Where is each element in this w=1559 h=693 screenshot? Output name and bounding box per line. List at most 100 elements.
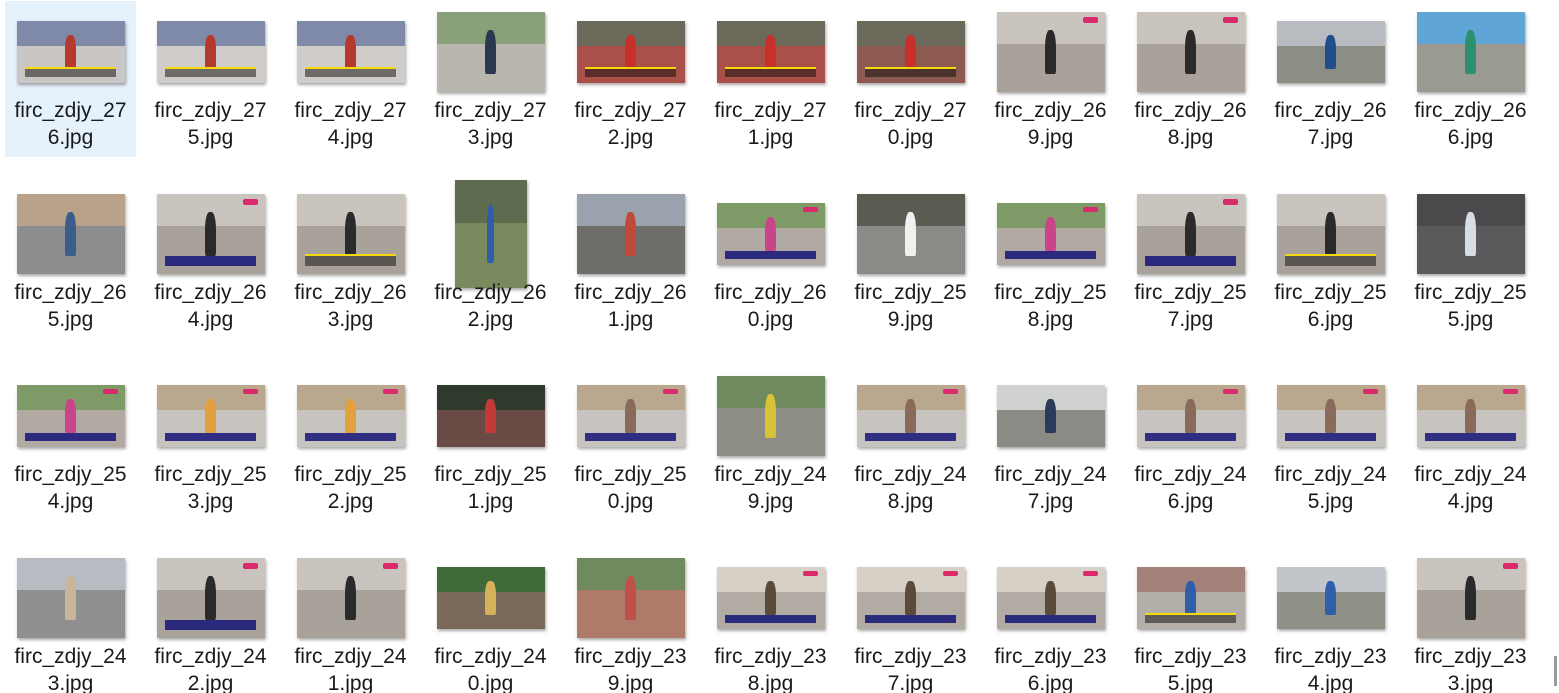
file-name-label: firc_zdjy_25 2.jpg <box>285 461 416 515</box>
file-name-line: 6.jpg <box>1167 490 1214 513</box>
file-name-line: firc_zdjy_24 <box>154 645 267 668</box>
file-item[interactable]: firc_zdjy_24 1.jpg <box>285 547 416 693</box>
file-name-line: firc_zdjy_23 <box>994 645 1107 668</box>
file-name-line: 9.jpg <box>887 308 934 331</box>
file-item[interactable]: firc_zdjy_24 2.jpg <box>145 547 276 693</box>
image-thumbnail <box>576 21 685 83</box>
file-item[interactable]: firc_zdjy_23 7.jpg <box>845 547 976 693</box>
thumbnail-frame <box>1125 191 1256 277</box>
file-name-label: firc_zdjy_27 0.jpg <box>845 97 976 151</box>
file-name-label: firc_zdjy_27 1.jpg <box>705 97 836 151</box>
file-item[interactable]: firc_zdjy_26 6.jpg <box>1405 1 1536 157</box>
file-item[interactable]: firc_zdjy_26 0.jpg <box>705 183 836 339</box>
file-item[interactable]: firc_zdjy_25 9.jpg <box>845 183 976 339</box>
file-item[interactable]: firc_zdjy_25 7.jpg <box>1125 183 1256 339</box>
file-item[interactable]: firc_zdjy_23 4.jpg <box>1265 547 1396 693</box>
file-name-line: firc_zdjy_23 <box>854 645 967 668</box>
file-name-line: firc_zdjy_23 <box>1134 645 1247 668</box>
image-thumbnail <box>996 385 1105 447</box>
scrollbar-thumb[interactable] <box>1554 656 1557 686</box>
file-item[interactable]: firc_zdjy_25 8.jpg <box>985 183 1116 339</box>
file-name-label: firc_zdjy_25 3.jpg <box>145 461 276 515</box>
file-name-line: 2.jpg <box>187 672 234 693</box>
image-thumbnail <box>1136 567 1245 629</box>
file-name-line: firc_zdjy_25 <box>574 463 687 486</box>
file-name-label: firc_zdjy_25 5.jpg <box>1405 279 1536 333</box>
file-name-label: firc_zdjy_27 5.jpg <box>145 97 276 151</box>
file-item[interactable]: firc_zdjy_25 6.jpg <box>1265 183 1396 339</box>
file-name-line: 6.jpg <box>47 126 94 149</box>
file-name-line: 8.jpg <box>887 490 934 513</box>
file-item[interactable]: firc_zdjy_24 4.jpg <box>1405 365 1536 521</box>
thumbnail-frame <box>1265 191 1396 277</box>
file-item[interactable]: firc_zdjy_24 7.jpg <box>985 365 1116 521</box>
thumbnail-frame <box>5 9 136 95</box>
image-thumbnail <box>436 12 545 92</box>
file-item[interactable]: firc_zdjy_25 2.jpg <box>285 365 416 521</box>
thumbnail-frame <box>5 555 136 641</box>
file-name-line: 0.jpg <box>467 672 514 693</box>
file-item[interactable]: firc_zdjy_25 5.jpg <box>1405 183 1536 339</box>
file-item[interactable]: firc_zdjy_26 1.jpg <box>565 183 696 339</box>
file-name-line: 3.jpg <box>327 308 374 331</box>
file-item[interactable]: firc_zdjy_26 3.jpg <box>285 183 416 339</box>
file-name-line: firc_zdjy_24 <box>854 463 967 486</box>
file-name-line: firc_zdjy_27 <box>14 99 127 122</box>
file-item[interactable]: firc_zdjy_24 9.jpg <box>705 365 836 521</box>
file-item[interactable]: firc_zdjy_25 1.jpg <box>425 365 556 521</box>
file-item[interactable]: firc_zdjy_25 4.jpg <box>5 365 136 521</box>
file-item[interactable]: firc_zdjy_26 7.jpg <box>1265 1 1396 157</box>
file-item[interactable]: firc_zdjy_24 5.jpg <box>1265 365 1396 521</box>
thumbnail-frame <box>845 555 976 641</box>
image-thumbnail <box>996 567 1105 629</box>
file-item[interactable]: firc_zdjy_27 1.jpg <box>705 1 836 157</box>
file-item[interactable]: firc_zdjy_26 2.jpg <box>425 180 556 339</box>
file-item[interactable]: firc_zdjy_23 3.jpg <box>1405 547 1536 693</box>
file-item[interactable]: firc_zdjy_27 2.jpg <box>565 1 696 157</box>
file-name-line: firc_zdjy_26 <box>714 281 827 304</box>
file-name-line: 4.jpg <box>327 126 374 149</box>
file-item[interactable]: firc_zdjy_27 0.jpg <box>845 1 976 157</box>
file-name-line: 2.jpg <box>327 490 374 513</box>
thumbnail-frame <box>985 373 1116 459</box>
image-thumbnail <box>436 385 545 447</box>
file-name-line: 8.jpg <box>1167 126 1214 149</box>
file-item[interactable]: firc_zdjy_23 9.jpg <box>565 547 696 693</box>
file-item[interactable]: firc_zdjy_23 5.jpg <box>1125 547 1256 693</box>
file-item[interactable]: firc_zdjy_25 0.jpg <box>565 365 696 521</box>
file-item[interactable]: firc_zdjy_23 8.jpg <box>705 547 836 693</box>
file-name-label: firc_zdjy_26 9.jpg <box>985 97 1116 151</box>
file-item[interactable]: firc_zdjy_24 8.jpg <box>845 365 976 521</box>
thumbnail-frame <box>845 191 976 277</box>
file-name-label: firc_zdjy_24 7.jpg <box>985 461 1116 515</box>
file-item[interactable]: firc_zdjy_26 4.jpg <box>145 183 276 339</box>
thumbnail-frame <box>565 555 696 641</box>
file-name-label: firc_zdjy_26 1.jpg <box>565 279 696 333</box>
file-item[interactable]: firc_zdjy_27 4.jpg <box>285 1 416 157</box>
file-name-label: firc_zdjy_24 3.jpg <box>5 643 136 693</box>
file-item[interactable]: firc_zdjy_26 9.jpg <box>985 1 1116 157</box>
file-item[interactable]: firc_zdjy_23 6.jpg <box>985 547 1116 693</box>
file-item[interactable]: firc_zdjy_24 6.jpg <box>1125 365 1256 521</box>
file-item[interactable]: firc_zdjy_25 3.jpg <box>145 365 276 521</box>
file-name-line: firc_zdjy_27 <box>714 99 827 122</box>
image-thumbnail <box>576 558 685 638</box>
file-name-line: 9.jpg <box>747 490 794 513</box>
file-name-line: firc_zdjy_26 <box>154 281 267 304</box>
file-item[interactable]: firc_zdjy_27 6.jpg <box>5 1 136 157</box>
file-item[interactable]: firc_zdjy_26 8.jpg <box>1125 1 1256 157</box>
file-item[interactable]: firc_zdjy_27 5.jpg <box>145 1 276 157</box>
file-name-label: firc_zdjy_24 0.jpg <box>425 643 556 693</box>
file-name-line: firc_zdjy_25 <box>1274 281 1387 304</box>
file-name-line: firc_zdjy_25 <box>154 463 267 486</box>
thumbnail-frame <box>705 373 836 459</box>
file-item[interactable]: firc_zdjy_24 0.jpg <box>425 547 556 693</box>
file-name-line: 5.jpg <box>1307 490 1354 513</box>
vertical-scrollbar[interactable] <box>1549 0 1559 693</box>
image-thumbnail <box>716 376 825 456</box>
image-thumbnail <box>296 558 405 638</box>
file-item[interactable]: firc_zdjy_24 3.jpg <box>5 547 136 693</box>
file-name-line: 5.jpg <box>47 308 94 331</box>
file-item[interactable]: firc_zdjy_26 5.jpg <box>5 183 136 339</box>
file-item[interactable]: firc_zdjy_27 3.jpg <box>425 1 556 157</box>
